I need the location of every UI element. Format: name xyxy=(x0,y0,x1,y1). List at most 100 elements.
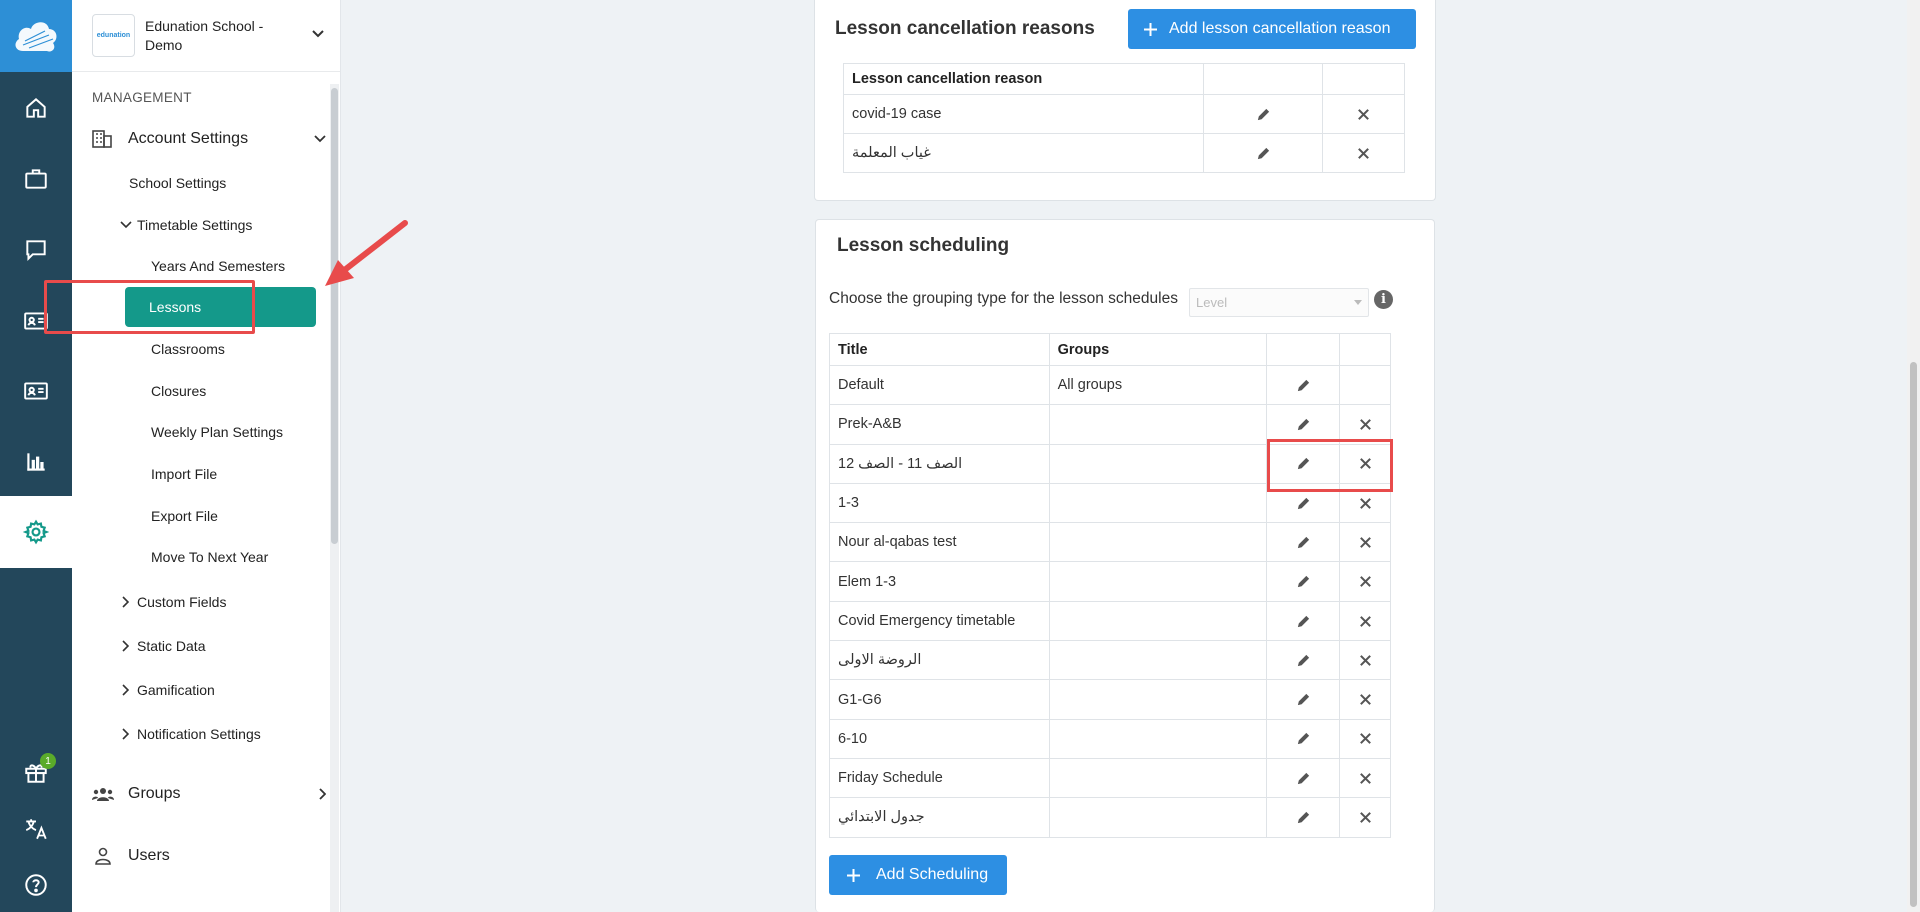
pencil-icon xyxy=(1297,654,1309,667)
close-icon xyxy=(1359,654,1371,666)
sidebar-item-import-file[interactable]: Import File xyxy=(151,457,217,491)
help-icon[interactable] xyxy=(0,849,72,912)
table-row: جدول الابتدائي xyxy=(829,797,1391,838)
sidebar-item-label: Users xyxy=(128,847,170,864)
chat-icon[interactable] xyxy=(0,214,72,285)
scrollbar-thumb[interactable] xyxy=(1910,362,1917,907)
edit-button[interactable] xyxy=(1203,133,1324,173)
school-selector[interactable]: edunation Edunation School - Demo xyxy=(72,0,340,72)
close-icon xyxy=(1359,812,1371,823)
grouping-type-select[interactable]: Level xyxy=(1189,288,1369,317)
edit-button[interactable] xyxy=(1266,757,1341,799)
cell-groups xyxy=(1048,561,1268,602)
cancellation-table: Lesson cancellation reason covid-19 case… xyxy=(842,63,1405,173)
sidebar-item-custom-fields[interactable]: Custom Fields xyxy=(121,585,226,619)
cell-title: الروضة الاولى xyxy=(829,640,1050,681)
cell-groups xyxy=(1048,522,1268,563)
cloud-logo-icon xyxy=(15,22,57,52)
select-value: Level xyxy=(1196,295,1228,310)
cell-title: Friday Schedule xyxy=(829,757,1050,799)
sidebar-item-label: Groups xyxy=(128,785,181,802)
pencil-icon xyxy=(1257,147,1269,159)
cell-groups xyxy=(1048,443,1268,484)
edit-button[interactable] xyxy=(1266,640,1341,681)
sidebar-item-move-to-next-year[interactable]: Move To Next Year xyxy=(151,540,268,574)
sidebar: edunation Edunation School - Demo MANAGE… xyxy=(72,0,341,912)
cell-groups xyxy=(1048,797,1268,838)
sidebar-item-users[interactable]: Users xyxy=(94,839,170,873)
gear-icon[interactable] xyxy=(0,496,72,567)
sidebar-item-school-settings[interactable]: School Settings xyxy=(129,166,226,200)
annotation-arrow-icon xyxy=(325,220,408,286)
sidebar-item-label: Static Data xyxy=(137,638,206,654)
close-icon xyxy=(1359,615,1371,627)
table-row: Friday Schedule xyxy=(829,757,1391,799)
edit-button[interactable] xyxy=(1203,94,1324,134)
delete-button[interactable] xyxy=(1339,600,1391,642)
page-scrollbar[interactable] xyxy=(1907,0,1920,912)
sidebar-item-classrooms[interactable]: Classrooms xyxy=(151,332,225,366)
close-icon xyxy=(1359,497,1371,509)
cell-reason: غياب المعلمة xyxy=(842,133,1205,173)
delete-button[interactable] xyxy=(1339,718,1391,759)
sidebar-item-gamification[interactable]: Gamification xyxy=(121,673,215,707)
close-icon xyxy=(1358,147,1369,159)
sidebar-item-export-file[interactable]: Export File xyxy=(151,499,218,533)
edit-button[interactable] xyxy=(1266,797,1341,838)
cell-title: G1-G6 xyxy=(829,679,1050,720)
scheduling-table: Title Groups Default All groups Prek-A&B ال… xyxy=(829,333,1391,838)
edit-button[interactable] xyxy=(1266,364,1341,406)
sidebar-item-static-data[interactable]: Static Data xyxy=(121,629,205,663)
pencil-icon xyxy=(1297,379,1309,391)
cell-groups: All groups xyxy=(1048,364,1268,406)
section-label: MANAGEMENT xyxy=(92,90,192,105)
sidebar-item-label: Timetable Settings xyxy=(137,217,253,233)
home-icon[interactable] xyxy=(0,72,72,143)
delete-button[interactable] xyxy=(1339,679,1391,720)
edit-button[interactable] xyxy=(1266,718,1341,759)
delete-button[interactable] xyxy=(1322,94,1405,134)
delete-button[interactable] xyxy=(1339,640,1391,681)
delete-button[interactable] xyxy=(1339,522,1391,563)
cell-title: 6-10 xyxy=(829,718,1050,759)
edit-button[interactable] xyxy=(1266,679,1341,720)
sidebar-item-years-and-semesters[interactable]: Years And Semesters xyxy=(151,249,285,283)
sidebar-item-account-settings[interactable]: Account Settings xyxy=(92,122,326,156)
table-row: Elem 1-3 xyxy=(829,561,1391,602)
table-row: غياب المعلمة xyxy=(842,133,1405,173)
delete-button[interactable] xyxy=(1339,797,1391,838)
edit-button[interactable] xyxy=(1266,600,1341,642)
sidebar-item-label: Custom Fields xyxy=(137,594,227,610)
id-card-icon-2[interactable] xyxy=(0,355,72,426)
sidebar-item-weekly-plan-settings[interactable]: Weekly Plan Settings xyxy=(151,415,283,449)
edit-button[interactable] xyxy=(1266,522,1341,563)
pencil-icon xyxy=(1297,418,1309,431)
app-logo[interactable] xyxy=(0,0,72,72)
cell-groups xyxy=(1048,640,1268,681)
delete-button[interactable] xyxy=(1339,561,1391,602)
sidebar-item-label: Notification Settings xyxy=(137,726,261,742)
chevron-down-icon xyxy=(120,221,132,229)
chevron-right-icon xyxy=(122,684,129,696)
delete-button[interactable] xyxy=(1322,133,1405,173)
sidebar-item-closures[interactable]: Closures xyxy=(151,374,206,408)
info-icon[interactable]: i xyxy=(1374,290,1393,309)
add-cancellation-reason-button[interactable]: Add lesson cancellation reason xyxy=(1128,9,1416,49)
sidebar-scrollbar[interactable] xyxy=(330,84,339,912)
edit-button[interactable] xyxy=(1266,561,1341,602)
sidebar-item-groups[interactable]: Groups xyxy=(92,777,326,811)
sidebar-item-notification-settings[interactable]: Notification Settings xyxy=(121,717,261,751)
sidebar-item-timetable-settings[interactable]: Timetable Settings xyxy=(120,208,252,242)
pencil-icon xyxy=(1297,733,1309,745)
highlight-box xyxy=(1267,439,1393,492)
cell-groups xyxy=(1048,404,1268,445)
bar-chart-icon[interactable] xyxy=(0,426,72,497)
chevron-down-icon[interactable] xyxy=(312,28,324,40)
add-scheduling-button[interactable]: Add Scheduling xyxy=(829,855,1007,895)
delete-button[interactable] xyxy=(1339,757,1391,799)
briefcase-icon[interactable] xyxy=(0,143,72,214)
plus-icon xyxy=(1144,22,1157,36)
close-icon xyxy=(1359,537,1371,548)
column-header-edit xyxy=(1203,63,1324,95)
scrollbar-thumb[interactable] xyxy=(331,88,338,544)
